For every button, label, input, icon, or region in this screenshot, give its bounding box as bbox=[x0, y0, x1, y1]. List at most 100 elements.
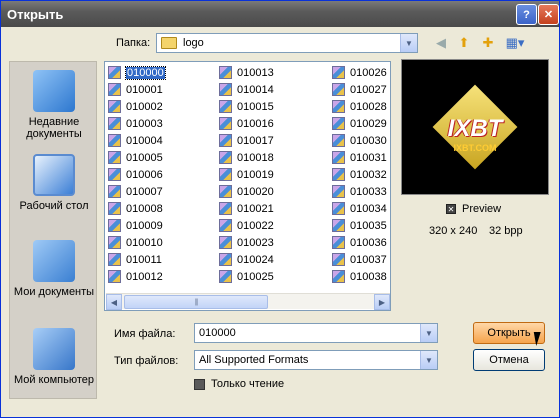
back-button[interactable]: ◀ bbox=[431, 34, 451, 52]
file-name: 010028 bbox=[350, 100, 387, 113]
file-item[interactable]: 010017 bbox=[219, 133, 274, 148]
readonly-checkbox-icon[interactable] bbox=[194, 378, 205, 390]
file-name: 010026 bbox=[350, 66, 387, 79]
preview-toggle[interactable]: ✕ Preview bbox=[446, 203, 501, 215]
file-name: 010017 bbox=[237, 134, 274, 147]
file-item[interactable]: 010038 bbox=[332, 269, 387, 284]
file-item[interactable]: 010026 bbox=[332, 65, 387, 80]
file-item[interactable]: 010030 bbox=[332, 133, 387, 148]
readonly-checkbox[interactable]: Только чтение bbox=[194, 378, 284, 390]
my-computer-icon bbox=[33, 328, 75, 370]
file-item[interactable]: 010025 bbox=[219, 269, 274, 284]
readonly-label: Только чтение bbox=[211, 378, 285, 390]
file-item[interactable]: 010001 bbox=[108, 82, 163, 97]
file-name: 010005 bbox=[126, 151, 163, 164]
file-item[interactable]: 010020 bbox=[219, 184, 274, 199]
image-file-icon bbox=[332, 219, 345, 232]
file-name: 010015 bbox=[237, 100, 274, 113]
file-item[interactable]: 010027 bbox=[332, 82, 387, 97]
image-file-icon bbox=[332, 151, 345, 164]
up-folder-button[interactable]: ⬆ bbox=[454, 34, 474, 52]
image-file-icon bbox=[108, 270, 121, 283]
file-item[interactable]: 010004 bbox=[108, 133, 163, 148]
place-recent[interactable]: Недавние документы bbox=[10, 70, 96, 140]
file-item[interactable]: 010005 bbox=[108, 150, 163, 165]
file-item[interactable]: 010015 bbox=[219, 99, 274, 114]
file-item[interactable]: 010021 bbox=[219, 201, 274, 216]
cancel-button[interactable]: Отмена bbox=[473, 349, 545, 371]
file-name: 010038 bbox=[350, 270, 387, 283]
chevron-down-icon[interactable]: ▼ bbox=[420, 324, 437, 342]
file-item[interactable]: 010019 bbox=[219, 167, 274, 182]
file-item[interactable]: 010011 bbox=[108, 252, 162, 267]
file-item[interactable]: 010033 bbox=[332, 184, 387, 199]
file-item[interactable]: 010008 bbox=[108, 201, 163, 216]
image-preview: IXBT IXBT.COM bbox=[401, 59, 549, 195]
folder-icon bbox=[161, 37, 177, 49]
file-name: 010025 bbox=[237, 270, 274, 283]
file-item[interactable]: 010014 bbox=[219, 82, 274, 97]
file-name: 010034 bbox=[350, 202, 387, 215]
preview-checkbox-icon[interactable]: ✕ bbox=[446, 204, 456, 214]
chevron-down-icon[interactable]: ▼ bbox=[420, 351, 437, 369]
file-item[interactable]: 010010 bbox=[108, 235, 163, 250]
file-item[interactable]: 010029 bbox=[332, 116, 387, 131]
image-file-icon bbox=[108, 168, 121, 181]
scroll-left-icon[interactable]: ◀ bbox=[106, 294, 122, 310]
file-item[interactable]: 010037 bbox=[332, 252, 387, 267]
place-label: Мой компьютер bbox=[13, 374, 95, 386]
image-file-icon bbox=[219, 100, 232, 113]
file-item[interactable]: 010032 bbox=[332, 167, 387, 182]
file-item[interactable]: 010007 bbox=[108, 184, 163, 199]
lookin-combo[interactable]: logo ▼ bbox=[156, 33, 418, 53]
chevron-down-icon[interactable]: ▼ bbox=[400, 34, 417, 52]
file-name: 010011 bbox=[126, 253, 162, 266]
view-menu-button[interactable]: ▦▾ bbox=[503, 34, 527, 52]
file-item[interactable]: 010031 bbox=[332, 150, 387, 165]
new-folder-button[interactable]: ✚ bbox=[478, 34, 498, 52]
image-file-icon bbox=[219, 66, 232, 79]
file-item[interactable]: 010002 bbox=[108, 99, 163, 114]
help-icon: ? bbox=[523, 8, 530, 21]
file-item[interactable]: 010024 bbox=[219, 252, 274, 267]
help-button[interactable]: ? bbox=[516, 4, 537, 25]
file-item[interactable]: 010013 bbox=[219, 65, 274, 80]
places-bar: Недавние документы Рабочий стол Мои доку… bbox=[9, 61, 97, 399]
file-item[interactable]: 010035 bbox=[332, 218, 387, 233]
lookin-label: Папка: bbox=[116, 37, 151, 49]
scroll-right-icon[interactable]: ▶ bbox=[374, 294, 390, 310]
file-list[interactable]: 010038 010037 010036 010035 010034 010033 0100… bbox=[104, 61, 391, 311]
new-folder-icon: ✚ bbox=[482, 35, 494, 50]
image-file-icon bbox=[219, 151, 232, 164]
image-file-icon bbox=[332, 134, 345, 147]
file-item[interactable]: 010022 bbox=[219, 218, 274, 233]
file-item[interactable]: 010028 bbox=[332, 99, 387, 114]
preview-bpp: 32 bpp bbox=[489, 225, 523, 237]
file-item[interactable]: 010034 bbox=[332, 201, 387, 216]
image-file-icon bbox=[108, 134, 121, 147]
file-item[interactable]: 010000 bbox=[108, 65, 166, 80]
file-item[interactable]: 010003 bbox=[108, 116, 163, 131]
file-item[interactable]: 010009 bbox=[108, 218, 163, 233]
close-button[interactable]: ✕ bbox=[538, 4, 559, 25]
filename-input[interactable]: 010000 ▼ bbox=[194, 323, 438, 343]
scroll-thumb[interactable]: ||| bbox=[124, 295, 268, 309]
up-folder-icon: ⬆ bbox=[458, 35, 470, 50]
filetype-select[interactable]: All Supported Formats ▼ bbox=[194, 350, 438, 370]
place-my-computer[interactable]: Мой компьютер bbox=[10, 328, 96, 386]
file-item[interactable]: 010016 bbox=[219, 116, 274, 131]
image-file-icon bbox=[332, 100, 345, 113]
file-item[interactable]: 010036 bbox=[332, 235, 387, 250]
file-item[interactable]: 010023 bbox=[219, 235, 274, 250]
logo-main-text: IXBT bbox=[447, 115, 503, 142]
file-name: 010000 bbox=[125, 65, 166, 80]
image-file-icon bbox=[219, 185, 232, 198]
place-desktop[interactable]: Рабочий стол bbox=[10, 154, 96, 212]
place-my-documents[interactable]: Мои документы bbox=[10, 240, 96, 298]
horizontal-scrollbar[interactable]: ◀ ||| ▶ bbox=[106, 293, 390, 310]
file-item[interactable]: 010012 bbox=[108, 269, 163, 284]
file-item[interactable]: 010018 bbox=[219, 150, 274, 165]
file-item[interactable]: 010006 bbox=[108, 167, 163, 182]
file-name: 010020 bbox=[237, 185, 274, 198]
image-file-icon bbox=[219, 134, 232, 147]
